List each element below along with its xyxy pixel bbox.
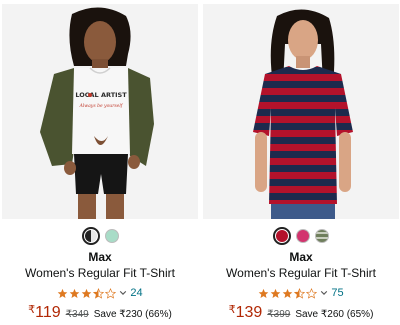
savings-text: Save ₹260 (65%) [295,309,374,320]
star-full-icon [259,288,269,298]
swatch-pink[interactable] [296,229,310,243]
swatch-red[interactable] [273,227,291,245]
color-swatches [203,226,399,246]
product-image[interactable] [203,4,399,219]
product-grid: LOCAL ARTIST Always be yourself Max Wome… [0,0,400,325]
product-card[interactable]: Max Women's Regular Fit T-Shirt 75 ₹139 … [203,0,399,325]
sale-price: ₹139 [229,304,263,323]
swatch-mint[interactable] [104,229,119,243]
star-empty-icon [306,287,318,299]
sale-price: ₹119 [28,304,61,323]
star-empty-icon [105,287,117,299]
shirt-print-subtext: Always be yourself [79,103,124,109]
product-card[interactable]: LOCAL ARTIST Always be yourself Max Wome… [2,0,198,325]
product-photo-left: LOCAL ARTIST Always be yourself [2,4,198,219]
price-value: 139 [235,304,263,321]
list-price: ₹349 [65,309,89,320]
list-price: ₹399 [267,309,291,320]
price-row: ₹139 ₹399 Save ₹260 (65%) [203,304,399,322]
star-full-icon [58,288,68,298]
star-rating[interactable] [258,287,318,299]
star-full-icon [271,288,281,298]
currency-symbol: ₹ [228,304,236,316]
star-rating[interactable] [57,287,117,299]
rating-count-link[interactable]: 24 [130,286,142,300]
savings-text: Save ₹230 (66%) [93,309,172,320]
product-brand[interactable]: Max [203,250,399,264]
product-rating[interactable]: 75 [203,286,399,300]
star-half-icon [93,287,105,299]
star-full-icon [70,288,80,298]
chevron-down-icon[interactable] [320,289,328,297]
price-row: ₹119 ₹349 Save ₹230 (66%) [2,304,198,322]
shirt-print-text: LOCAL ARTIST [75,91,127,99]
star-half-icon [294,287,306,299]
swatch-black-white[interactable] [81,227,100,245]
product-brand[interactable]: Max [2,250,198,264]
product-title[interactable]: Women's Regular Fit T-Shirt [203,266,399,281]
star-full-icon [82,288,92,298]
rating-count-link[interactable]: 75 [331,286,343,300]
currency-symbol: ₹ [28,304,36,316]
chevron-down-icon[interactable] [119,289,127,297]
price-value: 119 [35,304,61,321]
swatch-olive-stripe[interactable] [315,229,329,243]
product-title[interactable]: Women's Regular Fit T-Shirt [2,266,198,281]
color-swatches [2,226,198,246]
product-image[interactable]: LOCAL ARTIST Always be yourself [2,4,198,219]
star-full-icon [283,288,293,298]
product-rating[interactable]: 24 [2,286,198,300]
product-photo-right [203,4,399,219]
